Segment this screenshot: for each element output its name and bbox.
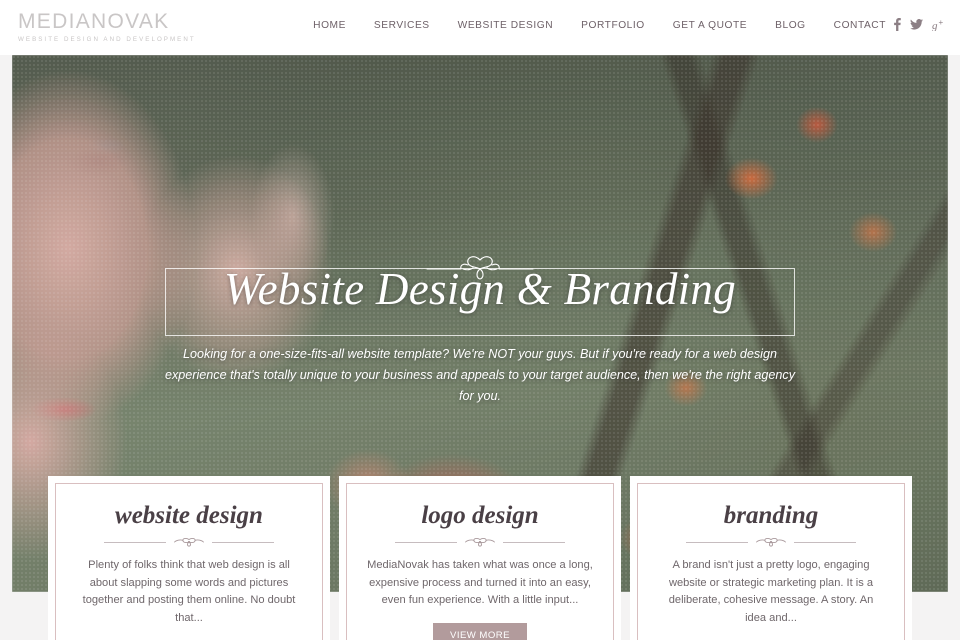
- site-logo[interactable]: MEDIANOVAK WEBSITE DESIGN AND DEVELOPMEN…: [18, 10, 196, 44]
- nav-item-get-a-quote[interactable]: GET A QUOTE: [659, 20, 761, 31]
- logo-subtitle: WEBSITE DESIGN AND DEVELOPMENT: [18, 36, 196, 43]
- hero-title: Website Design & Branding: [223, 264, 737, 314]
- google-plus-icon[interactable]: g +: [932, 19, 946, 31]
- divider-line-left: [686, 541, 748, 543]
- card-title: logo design: [421, 502, 539, 529]
- logo-title: MEDIANOVAK: [18, 10, 170, 33]
- svg-text:g: g: [932, 20, 938, 31]
- card-title: website design: [115, 502, 263, 529]
- card-divider: [395, 537, 565, 547]
- nav-item-website-design[interactable]: WEBSITE DESIGN: [444, 20, 567, 31]
- hero-subtitle: Looking for a one-size-fits-all website …: [165, 347, 796, 403]
- page-root: MEDIANOVAK WEBSITE DESIGN AND DEVELOPMEN…: [0, 0, 960, 640]
- facebook-icon[interactable]: [894, 18, 901, 31]
- divider-line-left: [104, 541, 166, 543]
- card-inner: website design Plenty of folks think tha…: [55, 483, 323, 640]
- nav-item-home[interactable]: HOME: [299, 20, 360, 31]
- divider-ornament-icon: [463, 537, 497, 547]
- divider-ornament-icon: [172, 537, 206, 547]
- nav-item-blog[interactable]: BLOG: [761, 20, 820, 31]
- divider-ornament-icon: [754, 537, 788, 547]
- site-header: MEDIANOVAK WEBSITE DESIGN AND DEVELOPMEN…: [0, 0, 960, 55]
- card-description: A brand isn't just a pretty logo, engagi…: [668, 559, 874, 624]
- card-inner: branding A brand isn't just a pretty log…: [637, 483, 905, 640]
- nav-item-services[interactable]: SERVICES: [360, 20, 444, 31]
- card-inner: logo design MediaNovak has taken what wa…: [346, 483, 614, 640]
- svg-text:+: +: [939, 19, 944, 27]
- divider-line-left: [395, 541, 457, 543]
- card-branding[interactable]: branding A brand isn't just a pretty log…: [630, 476, 912, 640]
- card-divider: [104, 537, 274, 547]
- main-navigation: HOME SERVICES WEBSITE DESIGN PORTFOLIO G…: [299, 20, 900, 31]
- card-description: MediaNovak has taken what was once a lon…: [367, 559, 593, 606]
- card-divider: [686, 537, 856, 547]
- service-cards: website design Plenty of folks think tha…: [48, 476, 912, 640]
- card-button-wrap: VIEW MORE: [365, 622, 595, 640]
- card-title: branding: [723, 502, 819, 529]
- card-website-design[interactable]: website design Plenty of folks think tha…: [48, 476, 330, 640]
- card-logo-design[interactable]: logo design MediaNovak has taken what wa…: [339, 476, 621, 640]
- social-links: g +: [894, 18, 946, 31]
- twitter-icon[interactable]: [910, 19, 923, 30]
- nav-item-portfolio[interactable]: PORTFOLIO: [567, 20, 659, 31]
- divider-line-right: [212, 541, 274, 543]
- view-more-button[interactable]: VIEW MORE: [432, 622, 527, 640]
- divider-line-right: [503, 541, 565, 543]
- nav-item-contact[interactable]: CONTACT: [820, 20, 900, 31]
- card-description: Plenty of folks think that web design is…: [82, 559, 296, 624]
- divider-line-right: [794, 541, 856, 543]
